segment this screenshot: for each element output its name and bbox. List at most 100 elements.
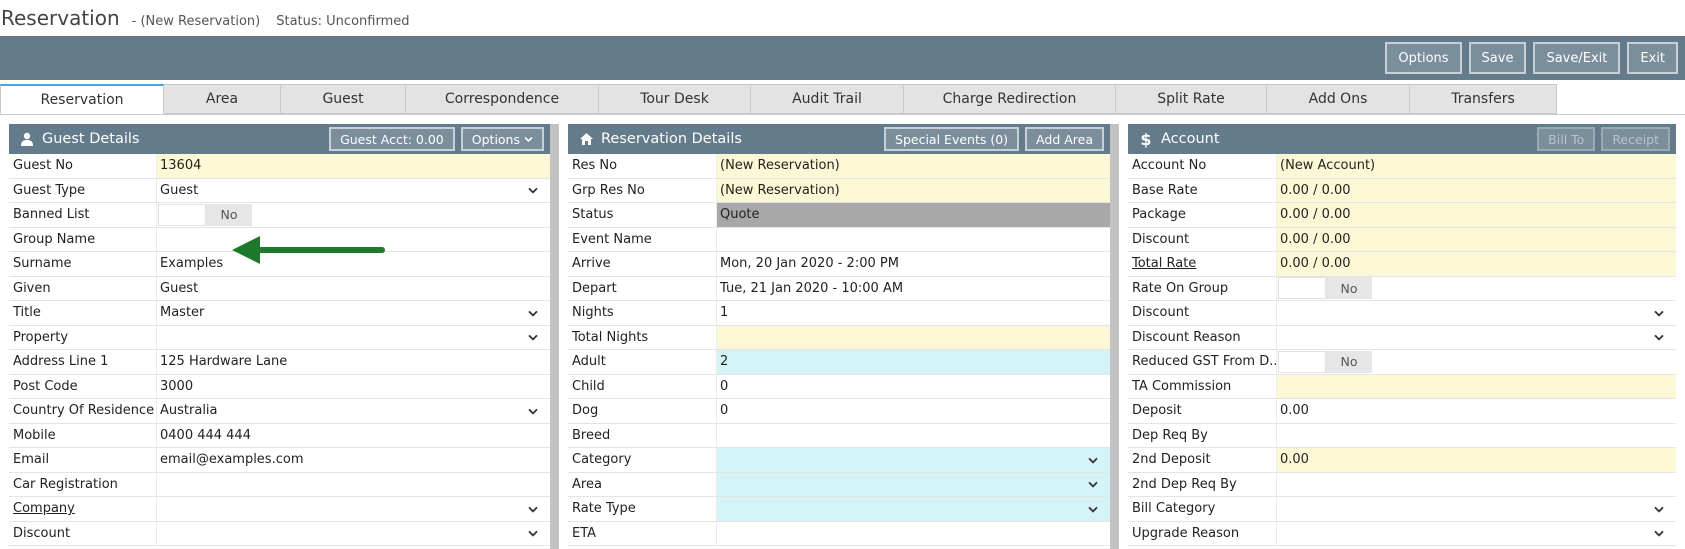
field-label-text: Base Rate <box>1132 182 1198 198</box>
tab-audit-trail[interactable]: Audit Trail <box>751 84 904 114</box>
rate-on-group-toggle[interactable]: No <box>1276 276 1676 300</box>
field-label-text: Total Nights <box>572 329 649 345</box>
2nd-deposit-field[interactable]: 0.00 <box>1276 448 1676 472</box>
toggle-track[interactable] <box>1278 277 1326 300</box>
post-code-field[interactable]: 3000 <box>156 374 550 398</box>
guest-details-title: Guest Details <box>42 131 140 147</box>
title-select[interactable]: Master <box>156 301 550 325</box>
exit-button[interactable]: Exit <box>1627 42 1678 74</box>
tab-guest[interactable]: Guest <box>281 84 406 114</box>
car-registration-field[interactable] <box>156 472 550 496</box>
banned-list-toggle[interactable]: No <box>156 203 550 227</box>
field-label[interactable]: Total Rate <box>1128 252 1276 276</box>
field-label: Event Name <box>568 228 716 252</box>
discount-reason-select[interactable] <box>1276 325 1676 349</box>
email-field[interactable]: email@examples.com <box>156 448 550 472</box>
field-value: Tue, 21 Jan 2020 - 10:00 AM <box>720 280 904 296</box>
toggle-switch[interactable]: No <box>158 203 252 226</box>
area-select[interactable] <box>716 472 1110 496</box>
arrive-field[interactable]: Mon, 20 Jan 2020 - 2:00 PM <box>716 252 1110 276</box>
annotation-arrow <box>232 236 385 264</box>
child-field[interactable]: 0 <box>716 374 1110 398</box>
company-select[interactable] <box>156 497 550 521</box>
guest-account-button[interactable]: Guest Acct: 0.00 <box>329 127 455 151</box>
receipt-button[interactable]: Receipt <box>1601 127 1670 151</box>
field-value: 0.00 <box>1280 452 1309 468</box>
bill-to-button[interactable]: Bill To <box>1537 127 1596 151</box>
eta-field[interactable] <box>716 521 1110 545</box>
field-value: 0.00 / 0.00 <box>1280 231 1351 247</box>
deposit-field[interactable]: 0.00 <box>1276 399 1676 423</box>
account-no-field[interactable]: (New Account) <box>1276 154 1676 178</box>
field-value: 0.00 / 0.00 <box>1280 256 1351 272</box>
tab-area[interactable]: Area <box>164 84 281 114</box>
package-field[interactable]: 0.00 / 0.00 <box>1276 203 1676 227</box>
2nd-dep-req-by-field[interactable] <box>1276 472 1676 496</box>
country-of-residence-select[interactable]: Australia <box>156 399 550 423</box>
guest-no-field[interactable]: 13604 <box>156 154 550 178</box>
reduced-gst-from-d-toggle[interactable]: No <box>1276 350 1676 374</box>
toggle-track[interactable] <box>158 203 206 226</box>
bill-category-select[interactable] <box>1276 497 1676 521</box>
toggle-switch[interactable]: No <box>1278 350 1372 373</box>
discount-field[interactable]: 0.00 / 0.00 <box>1276 227 1676 251</box>
total-rate-field[interactable]: 0.00 / 0.00 <box>1276 252 1676 276</box>
status-field[interactable]: Quote <box>716 203 1110 227</box>
res-no-field[interactable]: (New Reservation) <box>716 154 1110 178</box>
options-button[interactable]: Options <box>1385 42 1462 74</box>
field-label: Depart <box>568 277 716 301</box>
toggle-switch[interactable]: No <box>1278 277 1372 300</box>
tab-correspondence[interactable]: Correspondence <box>406 84 599 114</box>
total-nights-field[interactable] <box>716 325 1110 349</box>
special-events-button[interactable]: Special Events (0) <box>884 127 1020 151</box>
tab-transfers[interactable]: Transfers <box>1410 84 1557 114</box>
tab-split-rate[interactable]: Split Rate <box>1116 84 1267 114</box>
chevron-down-icon <box>524 136 533 142</box>
tab-bar: Reservation Area Guest Correspondence To… <box>0 84 1685 114</box>
adult-field[interactable]: 2 <box>716 350 1110 374</box>
base-rate-field[interactable]: 0.00 / 0.00 <box>1276 178 1676 202</box>
guest-options-button[interactable]: Options <box>460 127 544 151</box>
toggle-track[interactable] <box>1278 350 1326 373</box>
address-line-1-field[interactable]: 125 Hardware Lane <box>156 350 550 374</box>
dep-req-by-field[interactable] <box>1276 423 1676 447</box>
field-label-text: Post Code <box>13 378 78 394</box>
dollar-icon: $ <box>1140 129 1152 149</box>
field-value: 0.00 / 0.00 <box>1280 207 1351 223</box>
ta-commission-field[interactable] <box>1276 374 1676 398</box>
field-label[interactable]: Company <box>9 497 156 521</box>
category-select[interactable] <box>716 448 1110 472</box>
field-value: 0400 444 444 <box>160 427 251 443</box>
grp-res-no-field[interactable]: (New Reservation) <box>716 178 1110 202</box>
property-select[interactable] <box>156 325 550 349</box>
toolbar: Options Save Save/Exit Exit <box>0 36 1685 80</box>
tab-tour-desk[interactable]: Tour Desk <box>599 84 751 114</box>
dog-field[interactable]: 0 <box>716 399 1110 423</box>
guest-type-select[interactable]: Guest <box>156 178 550 202</box>
save-button[interactable]: Save <box>1468 42 1527 74</box>
discount-select[interactable] <box>1276 301 1676 325</box>
field-label-text: Rate On Group <box>1132 280 1229 296</box>
tab-charge-redirection[interactable]: Charge Redirection <box>904 84 1116 114</box>
field-row-account-no: Account No (New Account) <box>1128 154 1676 179</box>
add-area-button[interactable]: Add Area <box>1025 127 1104 151</box>
field-label: Address Line 1 <box>9 350 156 374</box>
rate-type-select[interactable] <box>716 497 1110 521</box>
upgrade-reason-select[interactable] <box>1276 521 1676 545</box>
discount-select[interactable] <box>156 521 550 545</box>
field-row-total-rate: Total Rate 0.00 / 0.00 <box>1128 252 1676 277</box>
chevron-down-icon <box>1654 530 1664 537</box>
guest-options-label: Options <box>471 131 520 147</box>
mobile-field[interactable]: 0400 444 444 <box>156 423 550 447</box>
breed-field[interactable] <box>716 423 1110 447</box>
event-name-field[interactable] <box>716 227 1110 251</box>
nights-field[interactable]: 1 <box>716 301 1110 325</box>
depart-field[interactable]: Tue, 21 Jan 2020 - 10:00 AM <box>716 276 1110 300</box>
given-field[interactable]: Guest <box>156 276 550 300</box>
field-value: Examples <box>160 256 224 272</box>
tab-add-ons[interactable]: Add Ons <box>1267 84 1410 114</box>
field-label-text: Res No <box>572 158 618 174</box>
save-exit-button[interactable]: Save/Exit <box>1533 42 1621 74</box>
tab-reservation[interactable]: Reservation <box>0 84 164 114</box>
field-label: Area <box>568 473 716 497</box>
